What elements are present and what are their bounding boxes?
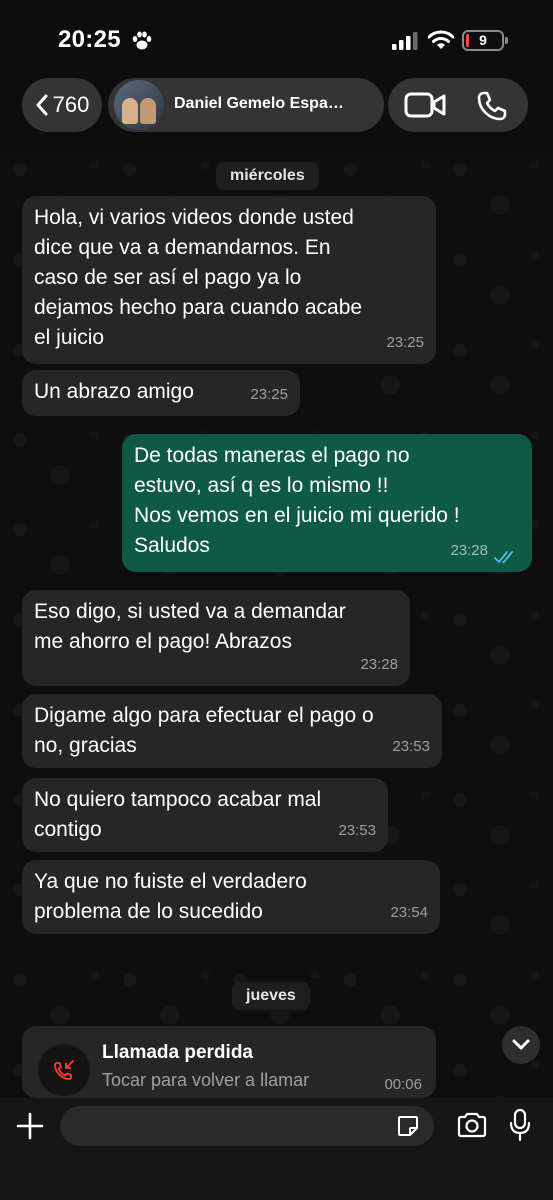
wifi-icon <box>428 30 454 49</box>
message-bubble-incoming[interactable]: Eso digo, si usted va a demandar me ahor… <box>22 590 410 686</box>
message-bubble-incoming[interactable]: Digame algo para efectuar el pago o no, … <box>22 694 442 768</box>
message-time: 23:53 <box>392 738 430 755</box>
back-button[interactable]: 760 <box>22 78 102 132</box>
message-time: 23:54 <box>390 904 428 921</box>
double-check-icon <box>494 551 513 563</box>
missed-call-icon-wrap <box>38 1044 90 1096</box>
chevron-left-icon <box>36 94 48 116</box>
message-bubble-incoming[interactable]: No quiero tampoco acabar mal contigo 23:… <box>22 778 388 852</box>
chat-screen: 20:25 9 760 Daniel Gemelo Espa… miércole… <box>0 0 553 1200</box>
video-call-icon[interactable] <box>404 91 446 119</box>
missed-call-time: 00:06 <box>384 1076 422 1093</box>
message-time: 23:28 <box>360 656 398 673</box>
message-time: 23:25 <box>386 334 424 351</box>
signal-icon <box>392 32 418 50</box>
sticker-icon[interactable] <box>396 1114 420 1138</box>
message-text: Ya que no fuiste el verdadero problema d… <box>34 870 307 923</box>
avatar <box>114 80 164 130</box>
paw-icon <box>132 31 152 50</box>
battery-cap <box>505 37 508 44</box>
missed-call-title: Llamada perdida <box>102 1042 253 1063</box>
date-chip: miércoles <box>216 162 319 190</box>
chevron-down-icon <box>512 1039 530 1050</box>
message-time: 23:25 <box>250 386 288 403</box>
message-bubble-incoming[interactable]: Un abrazo amigo 23:25 <box>22 370 300 416</box>
call-actions <box>388 78 528 132</box>
battery-level: 9 <box>479 32 487 48</box>
status-bar: 20:25 9 <box>0 0 553 78</box>
avatar-figure <box>140 98 156 124</box>
battery-icon: 9 <box>462 30 508 51</box>
message-text: Digame algo para efectuar el pago o no, … <box>34 704 374 757</box>
missed-call-subtitle: Tocar para volver a llamar <box>102 1070 310 1090</box>
message-text: Eso digo, si usted va a demandar me ahor… <box>34 600 346 653</box>
message-text: No quiero tampoco acabar mal contigo <box>34 788 322 841</box>
message-time: 23:28 <box>450 542 488 559</box>
phone-icon[interactable] <box>476 90 508 122</box>
message-text: Hola, vi varios videos donde usted dice … <box>34 206 363 349</box>
contact-info-button[interactable]: Daniel Gemelo Espa… <box>108 78 384 132</box>
message-bubble-outgoing[interactable]: De todas maneras el pago no estuvo, así … <box>122 434 532 572</box>
camera-icon[interactable] <box>456 1112 488 1138</box>
date-chip: jueves <box>232 982 310 1010</box>
plus-icon[interactable] <box>16 1112 44 1140</box>
message-input[interactable] <box>60 1106 434 1146</box>
missed-call-icon <box>54 1060 74 1080</box>
scroll-to-bottom-button[interactable] <box>502 1026 540 1064</box>
contact-name: Daniel Gemelo Espa… <box>174 95 344 112</box>
input-bar <box>0 1098 553 1200</box>
chat-header: 760 Daniel Gemelo Espa… <box>0 78 553 148</box>
microphone-icon[interactable] <box>508 1108 532 1142</box>
message-time: 23:53 <box>338 822 376 839</box>
avatar-figure <box>122 98 138 124</box>
message-bubble-incoming[interactable]: Hola, vi varios videos donde usted dice … <box>22 196 436 364</box>
status-time: 20:25 <box>58 26 121 53</box>
missed-call-card[interactable]: Llamada perdida Tocar para volver a llam… <box>22 1026 436 1098</box>
message-bubble-incoming[interactable]: Ya que no fuiste el verdadero problema d… <box>22 860 440 934</box>
unread-count: 760 <box>52 92 90 117</box>
